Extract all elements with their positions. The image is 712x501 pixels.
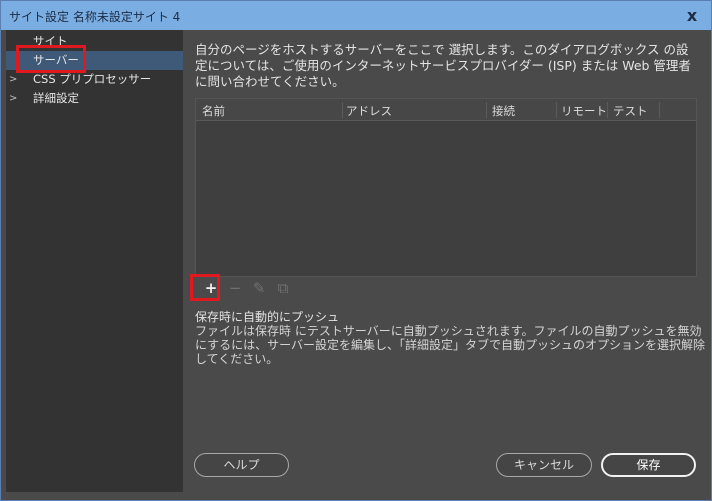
sidebar-item-css-preprocessors[interactable]: > CSS プリプロセッサー <box>6 70 183 89</box>
sidebar-item-site[interactable]: サイト <box>6 32 183 51</box>
chevron-right-icon[interactable]: > <box>9 70 17 89</box>
sidebar-item-label: サイト <box>33 34 68 48</box>
remove-server-button[interactable]: − <box>224 279 246 297</box>
help-button[interactable]: ヘルプ <box>194 453 289 477</box>
column-divider <box>342 102 343 118</box>
column-divider <box>556 102 557 118</box>
sidebar-item-label: CSS プリプロセッサー <box>33 72 152 86</box>
title-bar: サイト設定 名称未設定サイト 4 x <box>1 1 711 30</box>
close-button[interactable]: x <box>679 6 705 26</box>
column-divider <box>607 102 608 118</box>
server-table-header: 名前 アドレス 接続 リモート テスト <box>196 99 696 121</box>
save-button[interactable]: 保存 <box>601 453 696 477</box>
servers-description: 自分のページをホストするサーバーをここで 選択します。このダイアログボックス の… <box>195 42 691 89</box>
category-sidebar: サイト サーバー > CSS プリプロセッサー > 詳細設定 <box>6 30 183 492</box>
edit-server-button[interactable]: ✎ <box>248 279 270 297</box>
sidebar-item-advanced-settings[interactable]: > 詳細設定 <box>6 89 183 108</box>
cancel-button[interactable]: キャンセル <box>496 453 592 477</box>
column-header-address[interactable]: アドレス <box>346 103 392 119</box>
auto-push-heading: 保存時に自動的にプッシュ <box>195 310 340 324</box>
column-header-name[interactable]: 名前 <box>202 103 225 119</box>
duplicate-server-button[interactable]: ⧉ <box>272 279 294 297</box>
window-title: サイト設定 名称未設定サイト 4 <box>9 10 181 24</box>
column-header-remote[interactable]: リモート <box>561 103 607 119</box>
sidebar-item-label: 詳細設定 <box>33 91 79 105</box>
sidebar-item-servers[interactable]: サーバー <box>6 51 183 70</box>
auto-push-description: ファイルは保存時 にテストサーバーに自動プッシュされます。ファイルの自動プッシュ… <box>195 324 706 366</box>
server-list-toolbar: + − ✎ ⧉ <box>195 276 697 298</box>
column-divider <box>486 102 487 118</box>
sidebar-item-label: サーバー <box>33 53 79 67</box>
chevron-right-icon[interactable]: > <box>9 89 17 108</box>
column-header-connection[interactable]: 接続 <box>492 103 515 119</box>
column-divider <box>659 102 660 118</box>
server-table[interactable]: 名前 アドレス 接続 リモート テスト <box>195 98 697 296</box>
site-settings-dialog: サイト設定 名称未設定サイト 4 x サイト サーバー > CSS プリプロセッ… <box>0 0 712 501</box>
servers-panel: 自分のページをホストするサーバーをここで 選択します。このダイアログボックス の… <box>188 30 706 492</box>
column-header-testing[interactable]: テスト <box>613 103 648 119</box>
add-server-button[interactable]: + <box>200 279 222 297</box>
